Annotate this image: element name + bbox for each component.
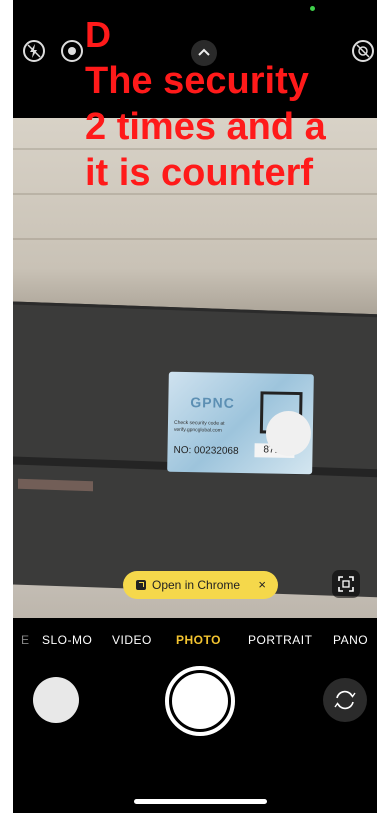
- camera-switch-icon[interactable]: [323, 678, 367, 722]
- mode-partial[interactable]: E: [21, 633, 30, 647]
- wood-grain: [13, 238, 377, 240]
- camera-in-use-indicator: [310, 6, 315, 11]
- red-overlay-text: D The security 2 times and a it is count…: [85, 12, 326, 196]
- last-photo-thumbnail[interactable]: [33, 677, 79, 723]
- mode-selector: E SLO-MO VIDEO PHOTO PORTRAIT PANO: [13, 628, 377, 652]
- mode-video[interactable]: VIDEO: [112, 633, 152, 647]
- live-off-icon[interactable]: [352, 40, 374, 62]
- open-in-chrome-label: Open in Chrome: [152, 578, 241, 592]
- mode-portrait[interactable]: PORTRAIT: [248, 633, 312, 647]
- open-in-chrome-button[interactable]: Open in Chrome ×: [123, 571, 278, 599]
- overlay-line-1: D: [85, 14, 111, 55]
- live-photo-icon[interactable]: [61, 40, 83, 62]
- home-indicator[interactable]: [134, 799, 267, 804]
- overlay-line-3: 2 times and a: [85, 106, 326, 148]
- overlay-line-4: it is counterf: [85, 152, 314, 194]
- label-brand: GPNC: [190, 394, 235, 411]
- shutter-button-inner[interactable]: [172, 673, 228, 729]
- close-icon[interactable]: ×: [258, 577, 266, 592]
- mode-slomo[interactable]: SLO-MO: [42, 633, 92, 647]
- label-number: NO: 00232068: [173, 444, 239, 457]
- qr-scan-icon[interactable]: [332, 570, 360, 598]
- overlay-line-2: The security: [85, 60, 309, 102]
- mode-pano[interactable]: PANO: [333, 633, 368, 647]
- label-check-text: Check security code at verify.gpncglobal…: [173, 419, 225, 434]
- mode-photo[interactable]: PHOTO: [176, 633, 221, 647]
- camera-app: GPNC Check security code at verify.gpncg…: [13, 0, 377, 813]
- external-link-icon: [136, 580, 146, 590]
- redaction-circle: [266, 411, 311, 456]
- flash-off-icon[interactable]: [23, 40, 45, 62]
